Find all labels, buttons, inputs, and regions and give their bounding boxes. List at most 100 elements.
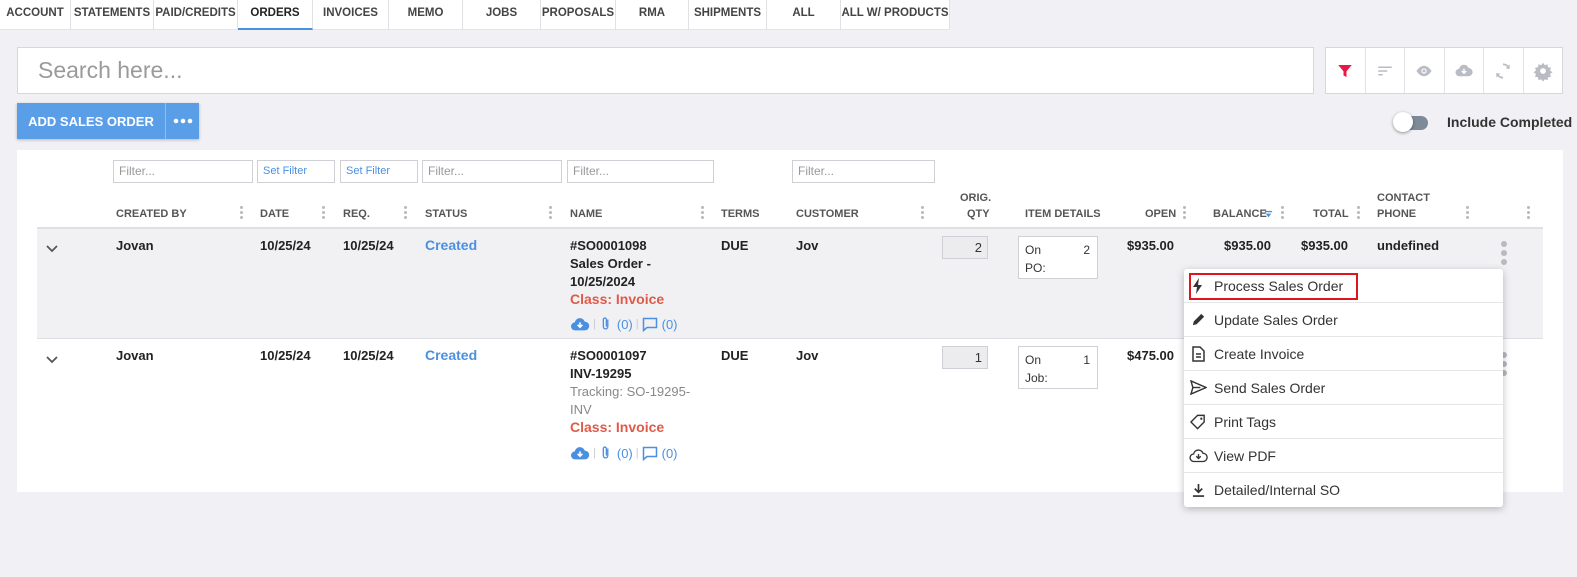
filter-button[interactable] <box>1326 48 1366 93</box>
header-balance[interactable]: BALANCE <box>1213 208 1267 220</box>
resize-handle[interactable] <box>404 206 407 220</box>
cell-open: $935.00 <box>1127 238 1174 253</box>
tab-orders[interactable]: ORDERS <box>238 0 313 30</box>
resize-handle[interactable] <box>1357 206 1360 220</box>
search-input[interactable] <box>18 48 1313 93</box>
header-terms[interactable]: TERMS <box>721 208 760 220</box>
cell-total: $935.00 <box>1301 238 1348 253</box>
filter-req[interactable]: Set Filter <box>340 160 418 183</box>
cell-so-number[interactable]: #SO0001097 <box>570 348 647 363</box>
cell-customer: Jov <box>796 238 819 253</box>
header-open[interactable]: OPEN <box>1145 208 1176 220</box>
tab-paid-credits[interactable]: PAID/CREDITS <box>154 0 238 30</box>
resize-handle[interactable] <box>921 206 924 220</box>
comments-count[interactable]: (0) <box>662 446 678 461</box>
resize-handle[interactable] <box>701 206 704 220</box>
menu-item-update-sales-order[interactable]: Update Sales Order <box>1184 303 1503 337</box>
more-options-button[interactable] <box>165 103 199 139</box>
filter-created-by[interactable]: Filter... <box>113 160 253 183</box>
cell-so-number[interactable]: #SO0001098 <box>570 238 647 253</box>
resize-handle[interactable] <box>1466 206 1469 220</box>
cell-created-by: Jovan <box>116 348 154 363</box>
cell-date: 10/25/24 <box>260 348 311 363</box>
cell-terms: DUE <box>721 238 749 253</box>
comment-icon[interactable] <box>642 317 658 332</box>
comments-count[interactable]: (0) <box>662 317 678 332</box>
cell-status[interactable]: Created <box>425 347 477 363</box>
header-total[interactable]: TOTAL <box>1313 208 1349 220</box>
header-date[interactable]: DATE <box>260 208 289 220</box>
header-orig-qty-line1[interactable]: ORIG. <box>960 192 991 204</box>
paperclip-icon[interactable] <box>599 316 613 332</box>
tab-all[interactable]: ALL <box>767 0 841 30</box>
add-sales-order-button[interactable]: ADD SALES ORDER <box>17 103 165 139</box>
export-button[interactable] <box>1445 48 1484 93</box>
annotation-highlight-box <box>1189 273 1358 300</box>
tab-all-with-products[interactable]: ALL W/ PRODUCTS <box>841 0 950 30</box>
menu-item-label: Print Tags <box>1214 413 1276 430</box>
cloud-download-icon[interactable] <box>570 445 590 461</box>
header-created-by[interactable]: CREATED BY <box>116 208 187 220</box>
header-status[interactable]: STATUS <box>425 208 467 220</box>
cell-req: 10/25/24 <box>343 348 394 363</box>
menu-item-view-pdf[interactable]: View PDF <box>1184 439 1503 473</box>
tab-jobs[interactable]: JOBS <box>463 0 541 30</box>
item-label: On <box>1025 353 1042 367</box>
menu-item-send-sales-order[interactable]: Send Sales Order <box>1184 371 1503 405</box>
resize-handle[interactable] <box>1183 206 1186 220</box>
cell-status[interactable]: Created <box>425 237 477 253</box>
download-icon <box>1192 483 1204 497</box>
comment-icon[interactable] <box>642 446 658 461</box>
include-completed-label: Include Completed <box>1447 114 1573 130</box>
header-item-details[interactable]: ITEM DETAILS <box>1025 208 1101 220</box>
tab-statements[interactable]: STATEMENTS <box>71 0 154 30</box>
columns-visibility-button[interactable] <box>1405 48 1445 93</box>
header-customer[interactable]: CUSTOMER <box>796 208 859 220</box>
menu-item-print-tags[interactable]: Print Tags <box>1184 405 1503 439</box>
filter-date[interactable]: Set Filter <box>257 160 335 183</box>
cloud-download-icon[interactable] <box>570 316 590 332</box>
tab-shipments[interactable]: SHIPMENTS <box>689 0 767 30</box>
header-req[interactable]: REQ. <box>343 208 370 220</box>
grid-toolbar <box>1325 47 1563 94</box>
tab-memo[interactable]: MEMO <box>389 0 463 30</box>
menu-item-detailed-internal-so[interactable]: Detailed/Internal SO <box>1184 473 1503 507</box>
cloud-download-icon <box>1455 64 1473 76</box>
cell-terms: DUE <box>721 348 749 363</box>
resize-handle[interactable] <box>549 206 552 220</box>
attachments-count[interactable]: (0) <box>617 446 633 461</box>
resize-handle[interactable] <box>322 206 325 220</box>
include-completed-row: Include Completed <box>1393 112 1572 132</box>
sort-button[interactable] <box>1366 48 1405 93</box>
chevron-down-icon[interactable] <box>46 356 58 364</box>
header-contact-line2[interactable]: PHONE <box>1377 208 1416 220</box>
filter-name[interactable]: Filter... <box>567 160 714 183</box>
filter-customer[interactable]: Filter... <box>792 160 935 183</box>
search-bar <box>17 47 1314 94</box>
header-contact-line1[interactable]: CONTACT <box>1377 192 1430 204</box>
cell-open: $475.00 <box>1127 348 1174 363</box>
row-actions: | (0) | (0) <box>570 445 678 461</box>
row-menu-button[interactable] <box>1501 241 1507 268</box>
cell-class: Class: Invoice <box>570 291 665 307</box>
settings-button[interactable] <box>1524 48 1563 93</box>
resize-handle[interactable] <box>240 206 243 220</box>
paperclip-icon[interactable] <box>599 445 613 461</box>
cell-tracking-line1: Tracking: SO-19295- <box>570 384 691 399</box>
resize-handle[interactable] <box>1527 206 1530 220</box>
menu-item-create-invoice[interactable]: Create Invoice <box>1184 337 1503 371</box>
header-name[interactable]: NAME <box>570 208 602 220</box>
chevron-down-icon[interactable] <box>46 245 58 253</box>
include-completed-toggle[interactable] <box>1393 112 1429 132</box>
row-actions: | (0) | (0) <box>570 316 678 332</box>
filter-status[interactable]: Filter... <box>422 160 562 183</box>
header-orig-qty-line2[interactable]: QTY <box>967 208 990 220</box>
refresh-button[interactable] <box>1484 48 1524 93</box>
resize-handle[interactable] <box>1281 206 1284 220</box>
tab-invoices[interactable]: INVOICES <box>313 0 389 30</box>
tab-proposals[interactable]: PROPOSALS <box>541 0 616 30</box>
attachments-count[interactable]: (0) <box>617 317 633 332</box>
tab-account[interactable]: ACCOUNT <box>0 0 71 30</box>
tab-bar: ACCOUNT STATEMENTS PAID/CREDITS ORDERS I… <box>0 0 950 30</box>
tab-rma[interactable]: RMA <box>616 0 689 30</box>
